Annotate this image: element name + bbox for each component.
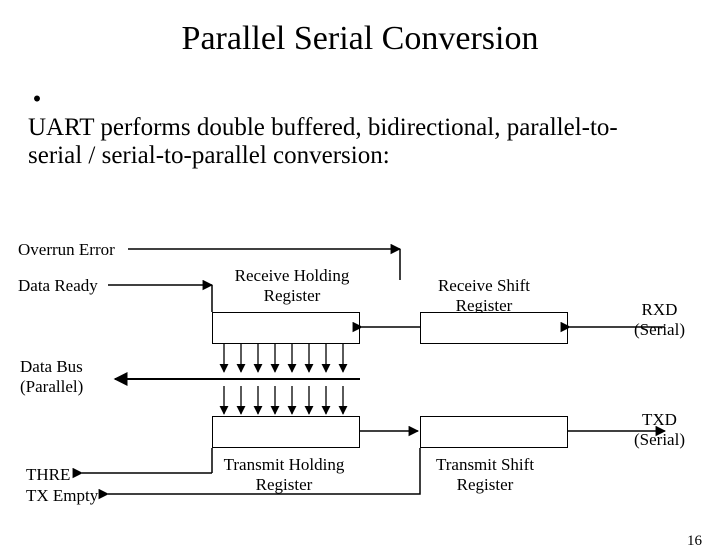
label-transmit-shift: Transmit Shift Register: [425, 455, 545, 494]
label-data-ready: Data Ready: [18, 276, 98, 296]
label-receive-holding: Receive Holding Register: [227, 266, 357, 305]
bullet-row: • UART performs double buffered, bidirec…: [28, 86, 692, 170]
box-receive-holding: [212, 312, 360, 344]
label-data-bus: Data Bus (Parallel): [20, 357, 83, 396]
label-transmit-holding: Transmit Holding Register: [214, 455, 354, 494]
label-rxd: RXD (Serial): [627, 300, 692, 339]
label-receive-shift: Receive Shift Register: [429, 276, 539, 315]
label-tx-empty: TX Empty: [26, 486, 98, 506]
bullet-dot: •: [28, 86, 46, 114]
label-thre: THRE: [26, 465, 70, 485]
box-transmit-shift: [420, 416, 568, 448]
page-number: 16: [687, 533, 702, 550]
label-txd: TXD (Serial): [627, 410, 692, 449]
bullet-text: UART performs double buffered, bidirecti…: [28, 114, 668, 170]
label-overrun-error: Overrun Error: [18, 240, 115, 260]
box-receive-shift: [420, 312, 568, 344]
slide-title: Parallel Serial Conversion: [0, 20, 720, 58]
box-transmit-holding: [212, 416, 360, 448]
